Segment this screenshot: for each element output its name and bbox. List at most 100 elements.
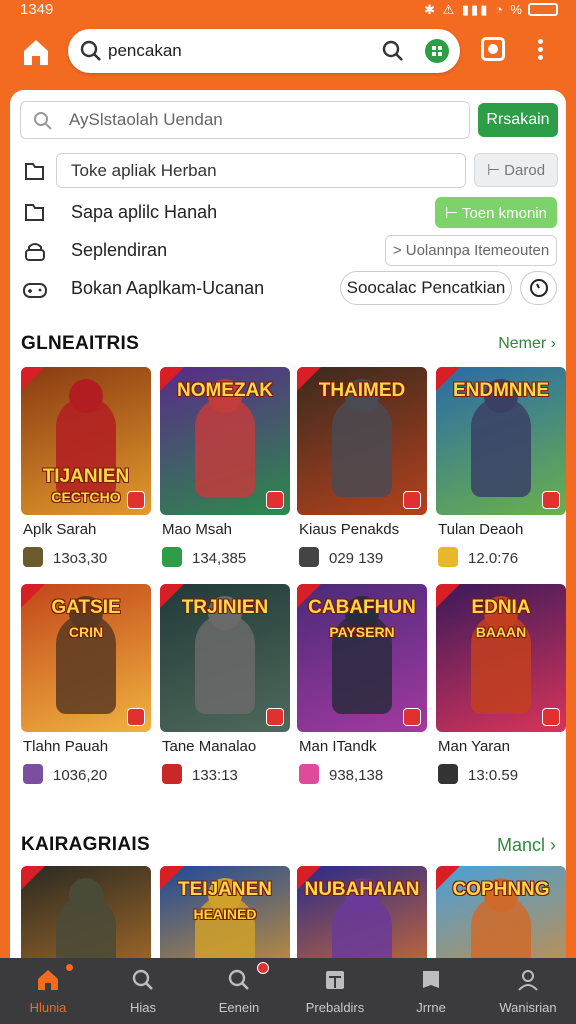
- developer-icon: [23, 764, 43, 784]
- download-count: 12.0:76: [468, 550, 519, 567]
- section-title: GLNEAITRIS: [21, 333, 140, 354]
- nav-item-library[interactable]: Jrrne: [383, 958, 479, 1024]
- game-thumbnail[interactable]: COPHNNG: [436, 866, 566, 958]
- corner-ribbon: [297, 367, 321, 391]
- game-meta: 13o3,30: [23, 547, 107, 567]
- nav-label: Hlunia: [29, 1000, 67, 1015]
- section-more-link[interactable]: Nemer ›: [498, 335, 556, 353]
- game-thumbnail[interactable]: GATSIE CRIN: [21, 584, 151, 732]
- search-submit-icon[interactable]: [382, 40, 404, 62]
- game-thumbnail[interactable]: EDNIA BAAAN: [436, 584, 566, 732]
- search-filter-button[interactable]: Soocalac Pencatkian: [340, 271, 512, 305]
- game-meta: 12.0:76: [438, 547, 518, 567]
- developer-icon: [299, 764, 319, 784]
- tag-icon: [25, 163, 44, 180]
- game-meta: 029 139: [299, 547, 383, 567]
- game-meta: 1036,20: [23, 764, 107, 784]
- status-time: 1349: [20, 1, 54, 18]
- nav-item-discover[interactable]: Eenein: [191, 958, 287, 1024]
- nav-label: Hias: [129, 1000, 156, 1015]
- download-count: 134,385: [192, 550, 247, 567]
- apps-grid-button[interactable]: [425, 39, 449, 63]
- developer-icon: [299, 547, 319, 567]
- nav-label: Prebaldirs: [305, 1000, 365, 1015]
- nav-item-home[interactable]: Hlunia: [0, 958, 96, 1024]
- corner-ribbon: [297, 866, 321, 890]
- nav-item-search[interactable]: Hias: [95, 958, 191, 1024]
- game-thumbnail[interactable]: NUBAHAIAN: [297, 866, 427, 958]
- publisher-badge-icon: [127, 491, 145, 509]
- home-button[interactable]: [18, 34, 54, 70]
- grid-icon: [432, 46, 442, 56]
- developer-icon: [23, 547, 43, 567]
- person-icon: [518, 970, 538, 991]
- corner-ribbon: [436, 367, 460, 391]
- game-thumbnail[interactable]: TEIJANEN HEAINED: [160, 866, 290, 958]
- nav-item-profile[interactable]: Wanisrian: [480, 958, 576, 1024]
- download-count: 133:13: [192, 767, 238, 784]
- game-thumbnail[interactable]: TIJANIEN CECTCHO: [21, 367, 151, 515]
- folder-icon: [25, 204, 44, 221]
- character-figure: [195, 397, 255, 497]
- search-icon: [132, 969, 153, 990]
- nav-item-store[interactable]: Prebaldirs: [287, 958, 383, 1024]
- publisher-badge-icon: [542, 491, 560, 509]
- camera-icon[interactable]: [481, 37, 505, 61]
- corner-ribbon: [297, 584, 321, 608]
- item-filter-button[interactable]: > Uolannpa Itemeouten: [385, 235, 557, 266]
- notification-badge: [257, 962, 269, 974]
- search-query[interactable]: pencakan: [108, 41, 182, 61]
- nav-label: Eenein: [218, 1000, 260, 1015]
- filter-label-5: Bokan Aaplkam-Ucanan: [71, 278, 265, 298]
- corner-ribbon: [21, 866, 45, 890]
- download-count: 938,138: [329, 767, 384, 784]
- game-thumbnail[interactable]: THAIMED: [297, 367, 427, 515]
- game-meta: 133:13: [162, 764, 238, 784]
- search-circle-icon: [530, 279, 548, 297]
- battery-icon: [528, 3, 558, 16]
- download-count: 1036,20: [53, 767, 108, 784]
- game-title: Tulan Deaoh: [438, 521, 524, 538]
- game-title: Man Yaran: [438, 738, 510, 755]
- status-icons: ✱ ⚠ ▮▮▮ ◔ %: [424, 2, 558, 18]
- toggle-monitor-button[interactable]: ⊢ Toen kmonin: [435, 197, 557, 228]
- download-button[interactable]: ⊢ Darod: [474, 153, 558, 187]
- character-figure: [471, 896, 531, 958]
- top-app-bar: pencakan: [0, 22, 576, 94]
- developer-icon: [438, 547, 458, 567]
- publisher-badge-icon: [403, 708, 421, 726]
- developer-icon: [438, 764, 458, 784]
- corner-ribbon: [160, 367, 184, 391]
- game-title: Tlahn Pauah: [23, 738, 109, 755]
- game-logo-subtitle: CRIN: [68, 624, 104, 640]
- status-bar: 1349 ✱ ⚠ ▮▮▮ ◔ %: [0, 0, 576, 22]
- character-figure: [195, 614, 255, 714]
- more-options-icon[interactable]: [532, 36, 548, 64]
- voice-search-button[interactable]: [520, 271, 557, 305]
- game-thumbnail[interactable]: ENDMNNE: [436, 367, 566, 515]
- game-title: Kiaus Penakds: [299, 521, 400, 538]
- lock-icon: [25, 243, 45, 261]
- game-logo-subtitle: BAAAN: [475, 624, 527, 640]
- character-figure: [471, 397, 531, 497]
- corner-ribbon: [160, 866, 184, 890]
- game-title: Mao Msah: [162, 521, 233, 538]
- developer-icon: [162, 547, 182, 567]
- game-thumbnail[interactable]: TRJINIEN: [160, 584, 290, 732]
- search-submit-button[interactable]: Rrsakain: [478, 103, 558, 137]
- search-icon: [228, 969, 249, 990]
- search-bar[interactable]: pencakan: [68, 29, 460, 73]
- filter-search-field[interactable]: AySlstaolah Uendan: [20, 101, 470, 139]
- game-thumbnail[interactable]: CABAFHUN PAYSERN: [297, 584, 427, 732]
- game-title: Man ITandk: [299, 738, 377, 755]
- game-thumbnail[interactable]: [21, 866, 151, 958]
- app-name-field[interactable]: Toke apliak Herban: [56, 153, 466, 188]
- filter-label-4: Seplendiran: [71, 240, 168, 260]
- corner-ribbon: [436, 584, 460, 608]
- game-thumbnail[interactable]: NOMEZAK: [160, 367, 290, 515]
- corner-ribbon: [21, 584, 45, 608]
- character-figure: [332, 397, 392, 497]
- app-name-value: Toke apliak Herban: [71, 160, 217, 180]
- section-more-link[interactable]: Mancl ›: [497, 835, 556, 856]
- content-sheet: AySlstaolah Uendan Rrsakain Toke apliak …: [10, 90, 566, 958]
